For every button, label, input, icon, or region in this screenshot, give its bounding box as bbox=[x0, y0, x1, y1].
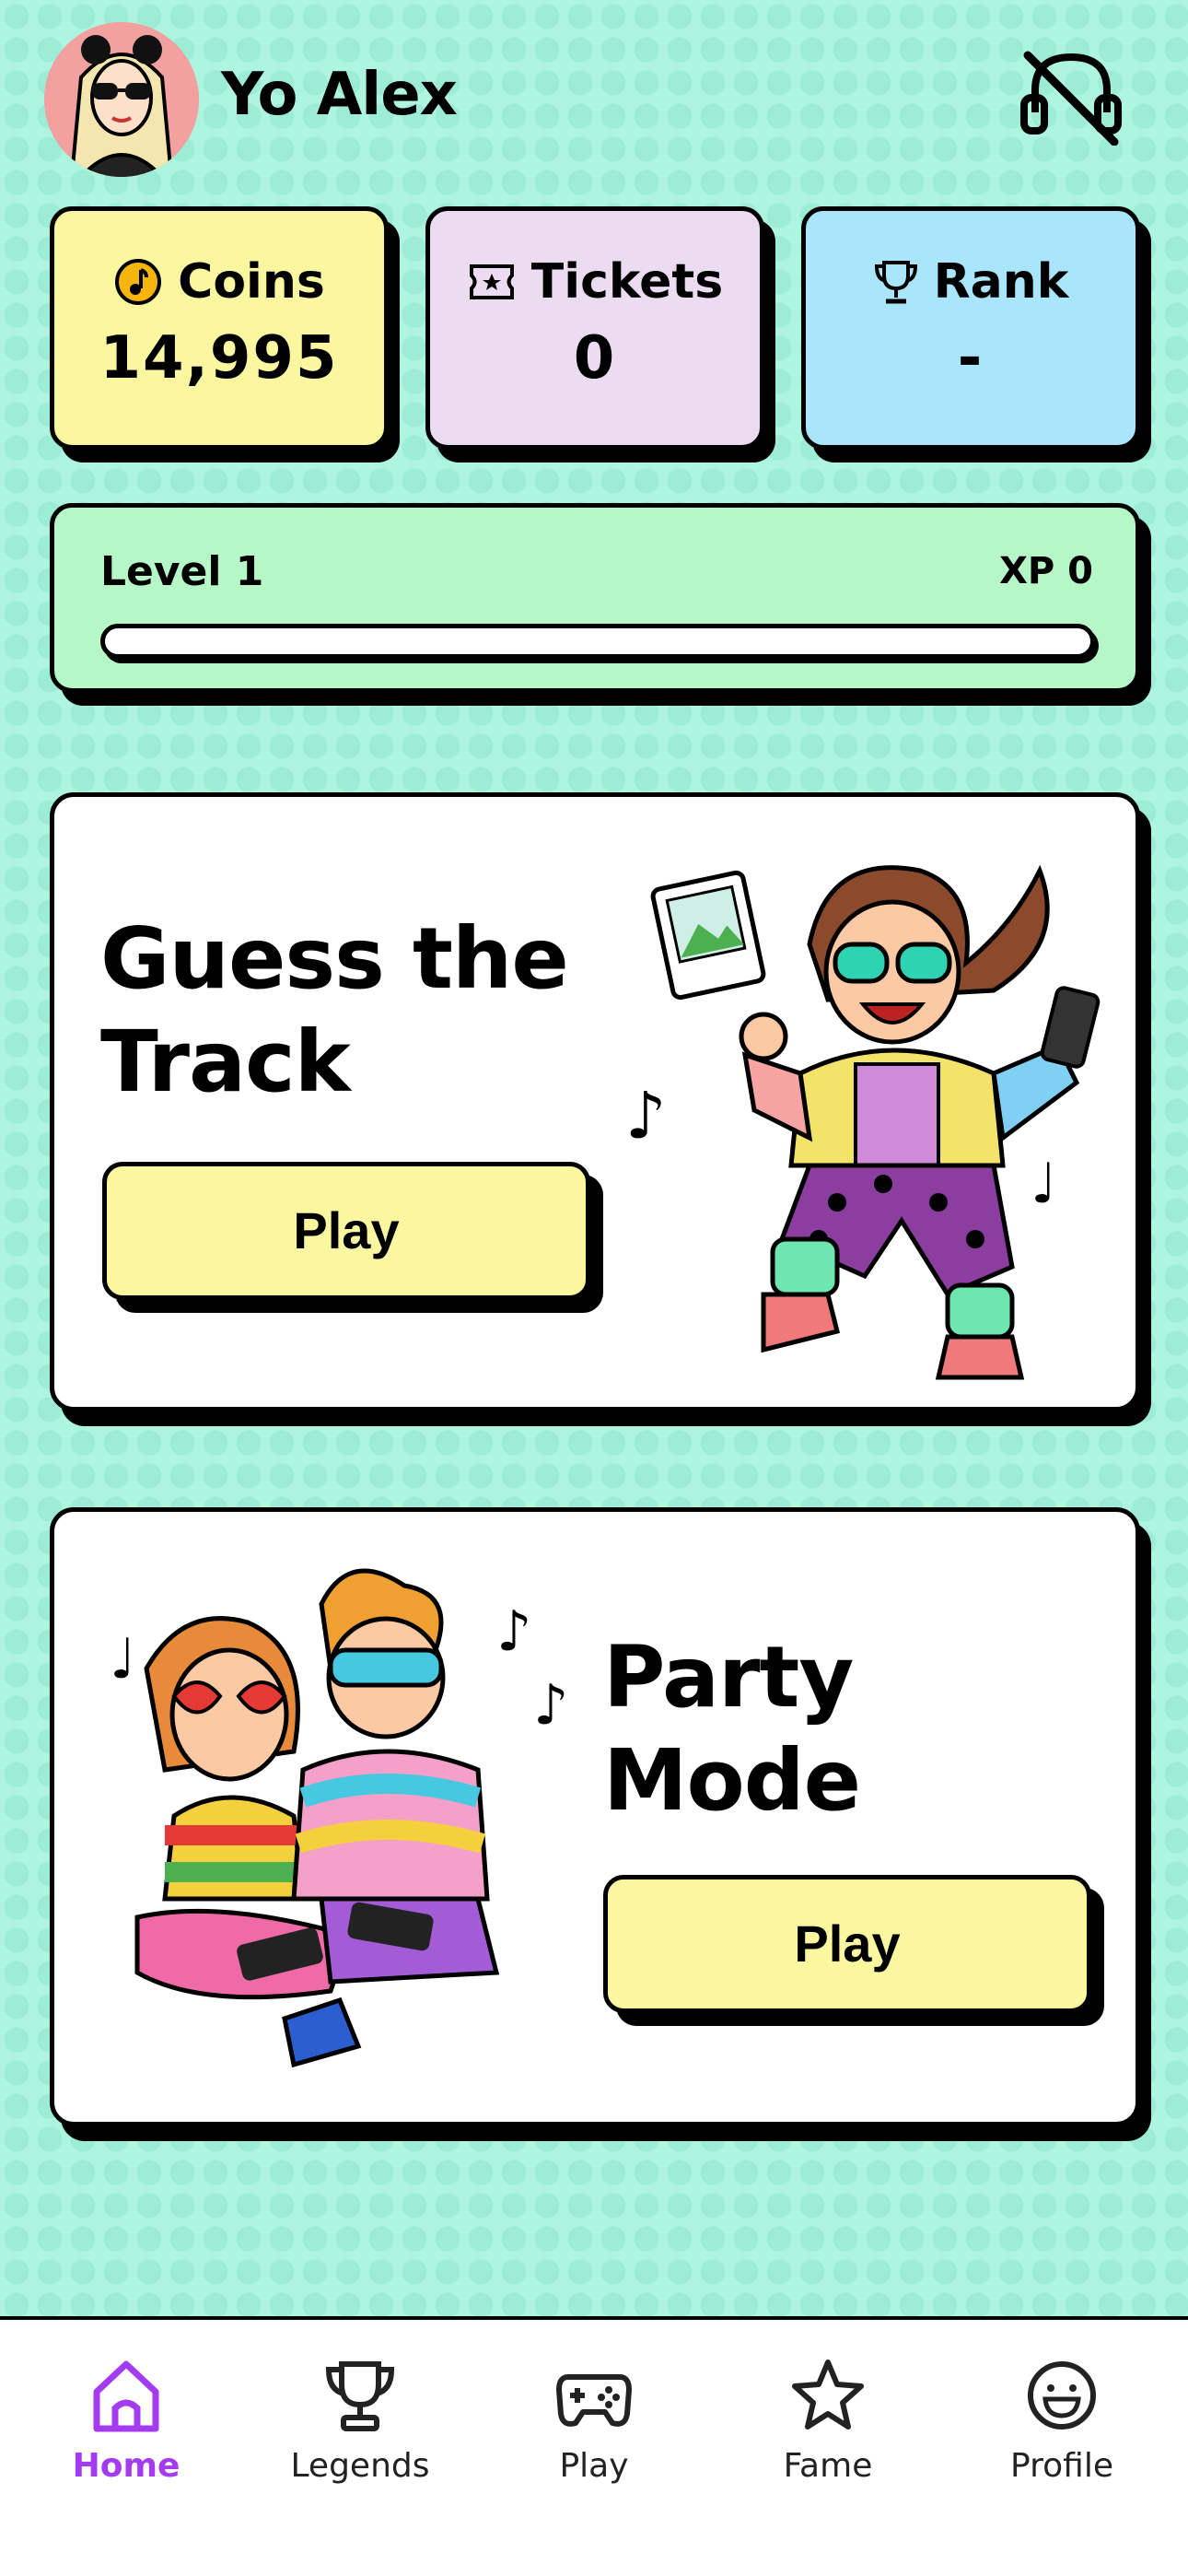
svg-text:♩: ♩ bbox=[1031, 1152, 1056, 1216]
party-kids-illustration: ♩ ♪ ♪ bbox=[110, 1568, 568, 2068]
guess-title-line2: Track bbox=[100, 1013, 351, 1111]
nav-label-play: Play bbox=[559, 2447, 629, 2485]
coins-value: 14,995 bbox=[99, 324, 339, 392]
sound-toggle-button[interactable] bbox=[1019, 48, 1124, 146]
smiley-icon bbox=[1028, 2361, 1096, 2430]
nav-label-home: Home bbox=[72, 2447, 181, 2485]
trophy-icon bbox=[874, 261, 917, 304]
nav-item-profile[interactable]: Profile bbox=[956, 2357, 1168, 2513]
level-card: Level 1 XP 0 bbox=[50, 503, 1140, 693]
guess-the-track-card[interactable]: Guess the Track Play ♪ ♩ ♪ bbox=[50, 792, 1140, 1411]
tickets-card[interactable]: Tickets 0 bbox=[425, 206, 764, 450]
bottom-nav: Home Legends Play Fame Profile bbox=[0, 2316, 1188, 2576]
trophy-icon bbox=[325, 2361, 395, 2431]
nav-item-legends[interactable]: Legends bbox=[254, 2357, 466, 2513]
guess-title-line1: Guess the bbox=[100, 909, 569, 1008]
rank-label: Rank bbox=[933, 254, 1069, 310]
coins-label: Coins bbox=[178, 254, 325, 310]
rank-card[interactable]: Rank - bbox=[801, 206, 1140, 450]
svg-text:♪: ♪ bbox=[533, 1673, 568, 1738]
avatar[interactable] bbox=[44, 22, 199, 177]
nav-label-profile: Profile bbox=[1010, 2447, 1113, 2485]
star-icon bbox=[792, 2359, 864, 2430]
gamepad-icon bbox=[556, 2374, 632, 2427]
home-icon bbox=[93, 2360, 159, 2432]
user-avatar-illustration bbox=[44, 22, 199, 177]
sound-muted-icon bbox=[1020, 51, 1122, 146]
coin-icon bbox=[115, 259, 162, 305]
nav-label-legends: Legends bbox=[290, 2447, 430, 2485]
party-mode-play-button[interactable]: Play bbox=[603, 1875, 1091, 2013]
party-title-line2: Mode bbox=[603, 1731, 861, 1830]
dancing-girl-illustration: ♪ ♩ ♪ bbox=[625, 864, 1101, 1380]
svg-text:♪: ♪ bbox=[625, 1078, 667, 1153]
xp-label: XP 0 bbox=[999, 550, 1093, 592]
nav-item-fame[interactable]: Fame bbox=[722, 2357, 934, 2513]
party-title-line1: Party bbox=[603, 1628, 854, 1727]
guess-the-track-title: Guess the Track bbox=[100, 907, 569, 1114]
tickets-value: 0 bbox=[573, 324, 617, 392]
nav-item-home[interactable]: Home bbox=[20, 2357, 232, 2513]
party-mode-card[interactable]: ♩ ♪ ♪ Party Mode Play bbox=[50, 1507, 1140, 2126]
tickets-label: Tickets bbox=[530, 254, 724, 310]
ticket-icon bbox=[469, 264, 514, 299]
xp-progress-bar bbox=[100, 624, 1095, 659]
nav-item-play[interactable]: Play bbox=[488, 2357, 700, 2513]
nav-label-fame: Fame bbox=[783, 2447, 873, 2485]
party-mode-title: Party Mode bbox=[603, 1626, 861, 1832]
level-label: Level 1 bbox=[100, 548, 264, 595]
rank-value: - bbox=[957, 324, 984, 392]
guess-the-track-play-button[interactable]: Play bbox=[102, 1162, 590, 1300]
svg-text:♪: ♪ bbox=[496, 1599, 531, 1664]
greeting: Yo Alex bbox=[221, 61, 458, 129]
coins-card[interactable]: Coins 14,995 bbox=[50, 206, 389, 450]
svg-text:♩: ♩ bbox=[110, 1627, 135, 1692]
